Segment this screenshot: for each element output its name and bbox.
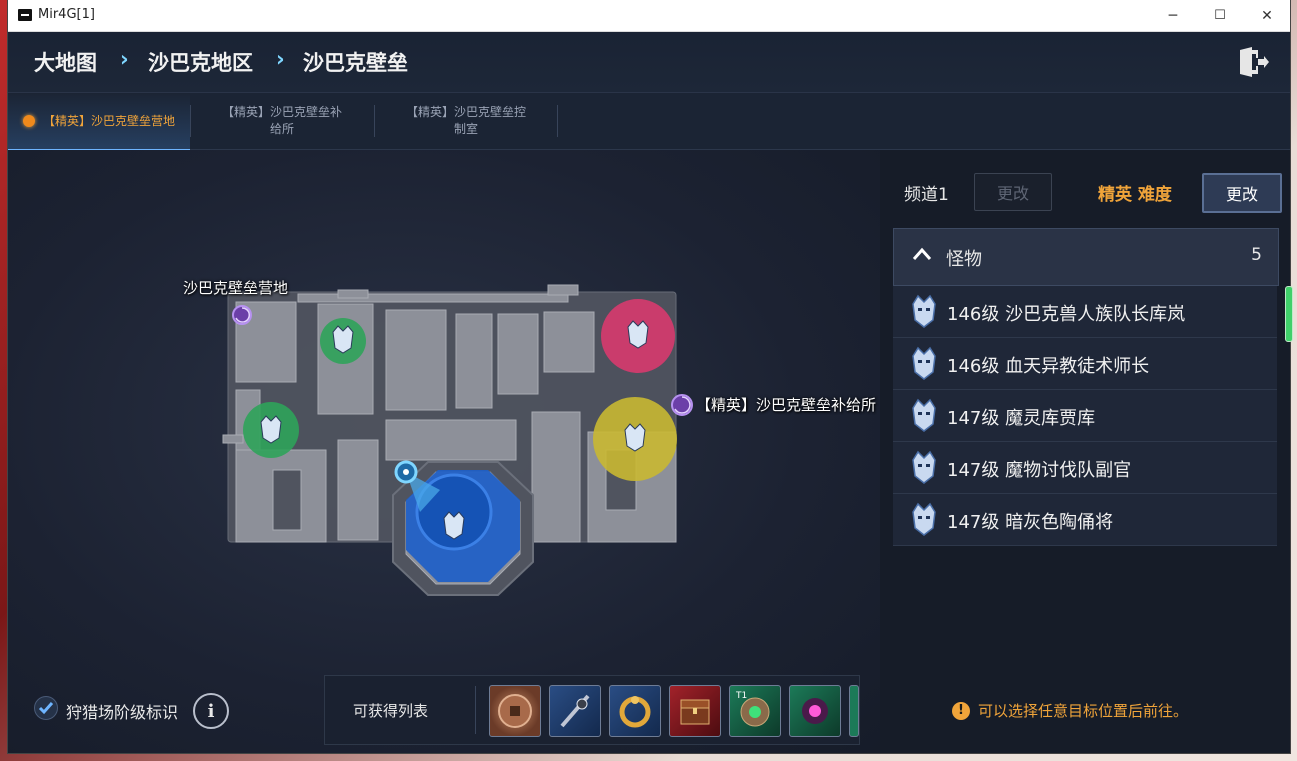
list-item[interactable]: 147级 魔灵库贾库 — [893, 390, 1277, 442]
tab-divider — [557, 105, 558, 137]
minimize-button[interactable]: ─ — [1150, 0, 1196, 31]
exit-icon[interactable] — [1236, 46, 1270, 78]
app-icon — [18, 9, 32, 21]
scrollbar[interactable] — [1285, 286, 1293, 342]
close-button[interactable]: ✕ — [1244, 0, 1290, 31]
difficulty-label: 精英 难度 — [1098, 185, 1172, 205]
chevron-right-icon: › — [276, 47, 285, 71]
tab-label: 【精英】沙巴克壁垒控 — [405, 105, 526, 119]
monster-mask-icon — [912, 450, 936, 484]
fortress-map[interactable] — [8, 150, 880, 753]
loot-divider — [475, 686, 476, 734]
hunt-grade-checkbox[interactable] — [34, 696, 58, 720]
monster-name: 146级 血天异教徒术师长 — [947, 356, 1150, 377]
monster-header-title: 怪物 — [946, 249, 982, 270]
loot-item-partial[interactable] — [849, 685, 859, 737]
difficulty-change-button[interactable]: 更改 — [1202, 173, 1282, 213]
dragon-ring-icon[interactable] — [609, 685, 661, 737]
map-label-supply[interactable]: 【精英】沙巴克壁垒补给所 — [696, 394, 876, 415]
breadcrumb-region[interactable]: 沙巴克地区 — [148, 47, 253, 77]
info-icon[interactable]: i — [193, 693, 229, 729]
tab-control-room[interactable]: 【精英】沙巴克壁垒控 制室 — [375, 93, 557, 149]
maximize-button[interactable]: ☐ — [1197, 0, 1243, 31]
tab-label: 【精英】沙巴克壁垒补 — [221, 105, 342, 119]
active-dot-icon — [22, 115, 35, 127]
emerald-relic-icon[interactable]: T1 — [729, 685, 781, 737]
zone-tabs: 【精英】沙巴克壁垒营地 【精英】沙巴克壁垒补 给所 【精英】沙巴克壁垒控 制室 — [8, 93, 1290, 151]
tab-label: 制室 — [453, 122, 478, 136]
hunt-grade-label: 狩猎场阶级标识 — [66, 703, 179, 722]
pink-gem-icon[interactable] — [789, 685, 841, 737]
chest-icon[interactable] — [669, 685, 721, 737]
window-title: Mir4G[1] — [38, 7, 95, 22]
channel-change-button[interactable]: 更改 — [974, 173, 1052, 211]
monster-mask-icon — [912, 398, 936, 432]
checkmark-icon — [38, 702, 54, 715]
monster-list-header[interactable]: 怪物 5 — [893, 228, 1279, 286]
app-window: Mir4G[1] ─ ☐ ✕ 大地图 › 沙巴克地区 › 沙巴克壁垒 【精英】沙… — [8, 0, 1293, 753]
svg-text:T1: T1 — [735, 691, 747, 701]
tab-label: 给所 — [269, 122, 294, 136]
chevron-up-icon — [912, 247, 932, 260]
monster-count: 5 — [1251, 245, 1262, 265]
tab-supply[interactable]: 【精英】沙巴克壁垒补 给所 — [191, 93, 373, 149]
breadcrumb-world-map[interactable]: 大地图 — [34, 47, 97, 77]
breadcrumb-current: 沙巴克壁垒 — [303, 51, 408, 75]
monster-name: 146级 沙巴克兽人族队长库岚 — [947, 304, 1186, 325]
list-item[interactable]: 146级 沙巴克兽人族队长库岚 — [893, 286, 1277, 338]
list-item[interactable]: 147级 魔物讨伐队副官 — [893, 442, 1277, 494]
monster-mask-icon — [912, 294, 936, 328]
staff-icon[interactable] — [549, 685, 601, 737]
tab-camp[interactable]: 【精英】沙巴克壁垒营地 — [8, 93, 190, 151]
loot-list: 可获得列表 T1 — [324, 675, 860, 745]
chevron-right-icon: › — [120, 47, 129, 71]
coin-icon[interactable] — [489, 685, 541, 737]
warning-icon: ! — [952, 701, 970, 720]
game-screen: 大地图 › 沙巴克地区 › 沙巴克壁垒 【精英】沙巴克壁垒营地 【精英】沙巴克壁… — [8, 32, 1293, 753]
hint-message: ! 可以选择任意目标位置后前往。 — [952, 700, 1188, 721]
channel-label: 频道1 — [904, 185, 949, 205]
map-view[interactable]: 沙巴克壁垒营地 【精英】沙巴克壁垒补给所 狩猎场阶级标识 i 可获得列表 T1 — [8, 150, 880, 753]
list-item[interactable]: 146级 血天异教徒术师长 — [893, 338, 1277, 390]
breadcrumb: 大地图 › 沙巴克地区 › 沙巴克壁垒 — [8, 32, 1290, 93]
title-bar[interactable]: Mir4G[1] ─ ☐ ✕ — [8, 0, 1290, 32]
loot-label: 可获得列表 — [353, 702, 429, 720]
monster-mask-icon — [912, 346, 936, 380]
monster-mask-icon — [912, 502, 936, 536]
list-item[interactable]: 147级 暗灰色陶俑将 — [893, 494, 1277, 546]
monster-name: 147级 魔灵库贾库 — [947, 408, 1096, 429]
monster-name: 147级 魔物讨伐队副官 — [947, 460, 1132, 481]
info-panel: 频道1 更改 精英 难度 更改 怪物 5 146级 沙巴克兽人族队长库岚 146… — [880, 150, 1293, 753]
map-label-camp[interactable]: 沙巴克壁垒营地 — [183, 277, 288, 298]
tab-label: 【精英】沙巴克壁垒营地 — [42, 113, 175, 128]
hint-text: 可以选择任意目标位置后前往。 — [978, 702, 1189, 720]
monster-name: 147级 暗灰色陶俑将 — [947, 512, 1114, 533]
